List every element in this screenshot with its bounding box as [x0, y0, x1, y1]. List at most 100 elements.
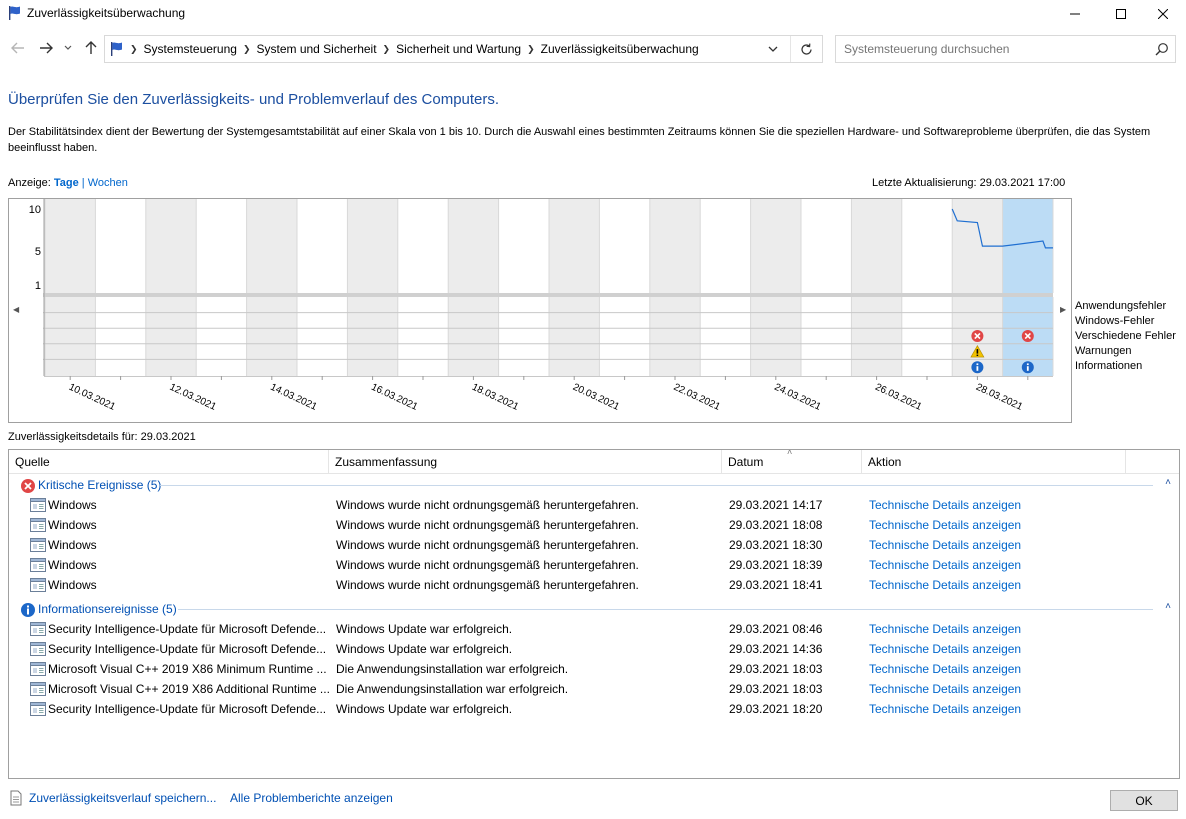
- all-reports-link[interactable]: Alle Problemberichte anzeigen: [230, 791, 393, 805]
- chart-column-stability[interactable]: [45, 199, 96, 293]
- chart-column-stability[interactable]: [196, 199, 247, 293]
- table-row[interactable]: Security Intelligence-Update für Microso…: [9, 699, 1179, 719]
- technical-details-link[interactable]: Technische Details anzeigen: [869, 518, 1021, 532]
- breadcrumb-item[interactable]: Systemsteuerung: [141, 42, 240, 56]
- ok-button[interactable]: OK: [1110, 790, 1178, 811]
- chart-column-stability[interactable]: [901, 199, 953, 293]
- breadcrumb: ❯ Systemsteuerung ❯ System und Sicherhei…: [127, 42, 702, 56]
- chart-column-stability[interactable]: [649, 199, 701, 293]
- minimize-button[interactable]: [1052, 0, 1098, 27]
- chart-column-events[interactable]: [397, 297, 449, 376]
- table-row[interactable]: Microsoft Visual C++ 2019 X86 Minimum Ru…: [9, 659, 1179, 679]
- table-row[interactable]: Windows Windows wurde nicht ordnungsgemäß…: [9, 495, 1179, 515]
- back-arrow-icon[interactable]: [8, 38, 28, 58]
- technical-details-link[interactable]: Technische Details anzeigen: [869, 702, 1021, 716]
- recent-chevron-down-icon[interactable]: [61, 38, 75, 58]
- reliability-chart[interactable]: 10 5 1 10.03.2021 12.03.2021 14.03.2021 16.03.…: [8, 198, 1079, 423]
- technical-details-link[interactable]: Technische Details anzeigen: [869, 578, 1021, 592]
- chevron-right-icon[interactable]: ❯: [524, 44, 538, 55]
- chart-column-events[interactable]: [498, 297, 549, 376]
- chart-column-events[interactable]: [649, 297, 701, 376]
- chart-column-events[interactable]: [45, 297, 96, 376]
- reliability-chart-svg[interactable]: 10 5 1 10.03.2021 12.03.2021 14.03.2021 16.03.…: [9, 199, 1079, 422]
- chart-column-stability[interactable]: [95, 199, 146, 293]
- chart-column-events[interactable]: [851, 297, 902, 376]
- table-row[interactable]: Windows Windows wurde nicht ordnungsgemäß…: [9, 535, 1179, 555]
- chart-column-stability[interactable]: [448, 199, 499, 293]
- chart-column-events[interactable]: [196, 297, 247, 376]
- chart-date-label: 12.03.2021: [168, 382, 218, 413]
- table-row[interactable]: Windows Windows wurde nicht ordnungsgemäß…: [9, 575, 1179, 595]
- chart-column-stability[interactable]: [1002, 199, 1053, 293]
- chart-column-stability[interactable]: [700, 199, 751, 293]
- table-row[interactable]: Windows Windows wurde nicht ordnungsgemäß…: [9, 515, 1179, 535]
- chart-column-stability[interactable]: [599, 199, 650, 293]
- row-source: Security Intelligence-Update für Microso…: [48, 702, 327, 716]
- chevron-right-icon[interactable]: ❯: [240, 44, 254, 55]
- chart-column-stability[interactable]: [750, 199, 801, 293]
- table-row[interactable]: Security Intelligence-Update für Microso…: [9, 619, 1179, 639]
- chart-y-tick-label: 1: [35, 280, 41, 292]
- chart-scroll-right-icon[interactable]: ▶: [1060, 305, 1066, 314]
- chart-date-label: 18.03.2021: [470, 382, 520, 413]
- chart-column-events[interactable]: [801, 297, 852, 376]
- chart-column-events[interactable]: [347, 297, 398, 376]
- maximize-button[interactable]: [1098, 0, 1144, 27]
- breadcrumb-item[interactable]: System und Sicherheit: [253, 42, 379, 56]
- group-header[interactable]: Kritische Ereignisse (5) ˄: [9, 475, 1179, 495]
- chart-column-stability[interactable]: [801, 199, 852, 293]
- view-weeks-link[interactable]: Wochen: [88, 177, 128, 189]
- search-icon[interactable]: [1155, 42, 1169, 59]
- chart-column-stability[interactable]: [851, 199, 902, 293]
- chart-column-events[interactable]: [297, 297, 348, 376]
- chart-scroll-left-icon[interactable]: ◀: [13, 305, 19, 314]
- chart-column-events[interactable]: [700, 297, 751, 376]
- chevron-right-icon[interactable]: ❯: [380, 44, 394, 55]
- search-box[interactable]: [835, 35, 1176, 63]
- collapse-chevron-up-icon[interactable]: ˄: [1165, 601, 1171, 612]
- save-history-link[interactable]: Zuverlässigkeitsverlauf speichern...: [29, 791, 216, 805]
- chart-column-stability[interactable]: [297, 199, 348, 293]
- column-header-summary[interactable]: Zusammenfassung: [329, 450, 722, 474]
- breadcrumb-item[interactable]: Sicherheit und Wartung: [393, 42, 524, 56]
- chart-column-events[interactable]: [599, 297, 650, 376]
- table-row[interactable]: Security Intelligence-Update für Microso…: [9, 639, 1179, 659]
- technical-details-link[interactable]: Technische Details anzeigen: [869, 642, 1021, 656]
- table-row[interactable]: Windows Windows wurde nicht ordnungsgemäß…: [9, 555, 1179, 575]
- chart-column-stability[interactable]: [246, 199, 297, 293]
- technical-details-link[interactable]: Technische Details anzeigen: [869, 662, 1021, 676]
- close-button[interactable]: [1140, 0, 1186, 27]
- column-header-action[interactable]: Aktion: [862, 450, 1126, 474]
- collapse-chevron-up-icon[interactable]: ˄: [1165, 477, 1171, 488]
- chart-column-stability[interactable]: [549, 199, 600, 293]
- chart-column-events[interactable]: [448, 297, 499, 376]
- technical-details-link[interactable]: Technische Details anzeigen: [869, 538, 1021, 552]
- technical-details-link[interactable]: Technische Details anzeigen: [869, 682, 1021, 696]
- technical-details-link[interactable]: Technische Details anzeigen: [869, 558, 1021, 572]
- view-days-link[interactable]: Tage: [54, 177, 79, 189]
- chart-column-events[interactable]: [901, 297, 953, 376]
- forward-arrow-icon[interactable]: [36, 38, 56, 58]
- table-row[interactable]: Microsoft Visual C++ 2019 X86 Additional…: [9, 679, 1179, 699]
- chart-column-events[interactable]: [145, 297, 197, 376]
- refresh-button[interactable]: [790, 36, 822, 62]
- chart-column-stability[interactable]: [347, 199, 398, 293]
- chart-column-events[interactable]: [246, 297, 297, 376]
- technical-details-link[interactable]: Technische Details anzeigen: [869, 622, 1021, 636]
- up-arrow-icon[interactable]: [81, 38, 101, 58]
- address-dropdown-chevron-down-icon[interactable]: [766, 42, 780, 56]
- column-header-source[interactable]: Quelle: [9, 450, 329, 474]
- technical-details-link[interactable]: Technische Details anzeigen: [869, 498, 1021, 512]
- legend-windows-errors: Windows-Fehler: [1075, 315, 1155, 327]
- chart-column-stability[interactable]: [145, 199, 197, 293]
- address-bar[interactable]: ❯ Systemsteuerung ❯ System und Sicherhei…: [104, 35, 823, 63]
- chart-column-events[interactable]: [750, 297, 801, 376]
- chart-column-events[interactable]: [95, 297, 146, 376]
- breadcrumb-item[interactable]: Zuverlässigkeitsüberwachung: [538, 42, 702, 56]
- group-label: Informationsereignisse (5): [38, 602, 177, 616]
- chart-column-stability[interactable]: [498, 199, 549, 293]
- chart-column-stability[interactable]: [397, 199, 449, 293]
- group-header[interactable]: Informationsereignisse (5) ˄: [9, 599, 1179, 619]
- search-input[interactable]: [836, 36, 1146, 62]
- chart-column-events[interactable]: [549, 297, 600, 376]
